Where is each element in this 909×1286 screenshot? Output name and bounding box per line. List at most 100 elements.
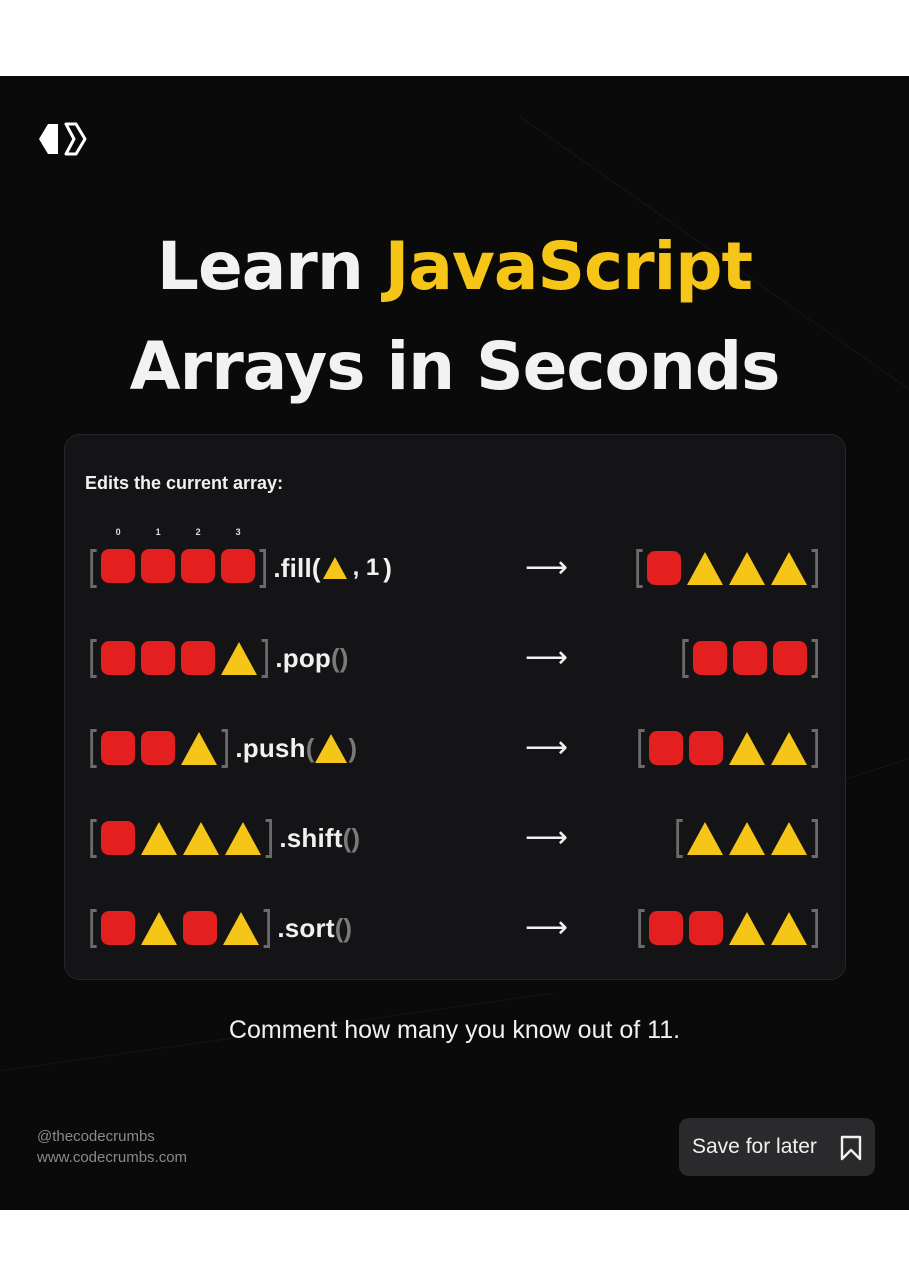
yellow-triangle-element — [728, 821, 765, 855]
save-for-later-button[interactable]: Save for later — [679, 1118, 875, 1176]
comment-prompt: Comment how many you know out of 11. — [228, 1016, 681, 1044]
index-label: 3 — [235, 526, 241, 537]
bracket-close: ] — [808, 632, 821, 683]
bracket-open: [ — [87, 722, 100, 773]
bracket-open: [ — [679, 632, 692, 683]
red-square-element — [181, 641, 216, 675]
method-expression: [] .shift() — [85, 813, 360, 863]
yellow-triangle-element — [181, 731, 218, 765]
yellow-triangle-element — [183, 821, 220, 855]
red-square-element — [181, 548, 216, 583]
bracket-open: [ — [673, 812, 686, 863]
page-title-line-2: Arrays in Seconds — [129, 328, 781, 405]
red-square-element — [141, 641, 176, 675]
red-square-element — [772, 641, 807, 675]
author-handle: @thecodecrumbs — [37, 1128, 155, 1145]
result-array: [] — [631, 543, 823, 593]
yellow-triangle-element — [221, 641, 258, 675]
method-row: [] .shift() ⟶[] — [65, 813, 845, 863]
yellow-triangle-element — [686, 551, 723, 585]
bookmark-icon — [840, 1135, 862, 1161]
bracket-close: ] — [258, 632, 271, 683]
website-link[interactable]: www.codecrumbs.com — [37, 1149, 187, 1166]
yellow-triangle-element — [141, 911, 178, 945]
array-slot: 2 — [178, 527, 218, 588]
index-label: 2 — [195, 526, 201, 537]
method-expression: [] .push() — [85, 723, 357, 773]
bracket-open: [ — [633, 542, 646, 593]
yellow-triangle-argument — [315, 733, 348, 763]
yellow-triangle-element — [770, 731, 807, 765]
yellow-triangle-element — [141, 821, 178, 855]
paren-open: ( — [334, 912, 344, 943]
yellow-triangle-element — [223, 911, 260, 945]
bracket-open: [ — [87, 902, 100, 953]
title-highlight: JavaScript — [384, 228, 753, 305]
method-row: [] .sort() ⟶ [] — [65, 903, 845, 953]
bracket-close: ] — [808, 902, 821, 953]
red-square-element — [101, 911, 136, 945]
poster: Learn JavaScript Arrays in Seconds Edits… — [0, 76, 909, 1210]
bracket-close: ] — [808, 812, 821, 863]
red-square-element — [692, 641, 727, 675]
method-row: [] .pop() ⟶ [] — [65, 633, 845, 683]
red-square-element — [141, 731, 176, 765]
red-square-element — [101, 821, 136, 855]
method-name: .sort — [277, 912, 335, 943]
red-square-element — [688, 911, 723, 945]
bracket-close: ] — [262, 812, 275, 863]
result-array: [] — [671, 813, 823, 863]
title-part-1: Learn — [156, 228, 385, 305]
method-name: .push — [235, 732, 306, 763]
index-label: 0 — [115, 526, 121, 537]
yellow-triangle-element — [770, 551, 807, 585]
paren-close: ) — [383, 552, 392, 583]
paren-close: ) — [351, 822, 360, 853]
yellow-triangle-element — [770, 911, 807, 945]
result-array: [] — [633, 723, 823, 773]
array-slot: 0 — [98, 527, 138, 588]
arrow-icon: ⟶ — [525, 640, 569, 675]
yellow-triangle-element — [770, 821, 807, 855]
arrow-icon: ⟶ — [525, 550, 569, 585]
bracket-close: ] — [808, 542, 821, 593]
paren-open: ( — [331, 642, 340, 673]
yellow-triangle-argument — [322, 557, 347, 579]
yellow-triangle-element — [225, 821, 262, 855]
method-name: .shift — [279, 822, 343, 853]
save-button-label: Save for later — [692, 1135, 817, 1158]
yellow-triangle-element — [686, 821, 723, 855]
red-square-element — [101, 641, 136, 675]
method-expression: [] .sort() — [85, 903, 352, 953]
codecrumbs-logo-icon — [39, 122, 87, 156]
red-square-element — [688, 731, 723, 765]
method-row: [0 1 2 3] .fill(, 1) ⟶[] — [65, 527, 845, 593]
red-square-element — [141, 548, 176, 583]
method-expression: [] .pop() — [85, 632, 349, 683]
yellow-triangle-element — [728, 911, 765, 945]
array-slot: 3 — [218, 527, 258, 588]
bracket-close: ] — [218, 722, 231, 773]
arrow-icon: ⟶ — [525, 820, 569, 855]
bracket-open: [ — [635, 722, 648, 773]
paren-open: ( — [342, 822, 352, 853]
bracket-close: ] — [808, 722, 821, 773]
red-square-element — [101, 548, 136, 583]
result-array: [] — [633, 903, 823, 953]
paren-open: ( — [311, 552, 321, 583]
index-label: 1 — [155, 526, 161, 537]
paren-close: ) — [339, 642, 349, 673]
red-square-element — [648, 731, 683, 765]
red-square-element — [183, 911, 218, 945]
method-expression: [0 1 2 3] .fill(, 1) — [85, 527, 392, 593]
card-heading: Edits the current array: — [85, 473, 284, 493]
bracket-close: ] — [260, 902, 273, 953]
array-methods-card: Edits the current array: [0 1 2 3] .fill(, 1… — [64, 434, 846, 980]
method-name: .pop — [275, 642, 332, 673]
argument-index: , 1 — [352, 554, 380, 581]
bracket-open: [ — [635, 902, 648, 953]
yellow-triangle-element — [728, 551, 765, 585]
yellow-triangle-element — [728, 731, 765, 765]
red-square-element — [648, 911, 683, 945]
arrow-icon: ⟶ — [525, 910, 569, 945]
